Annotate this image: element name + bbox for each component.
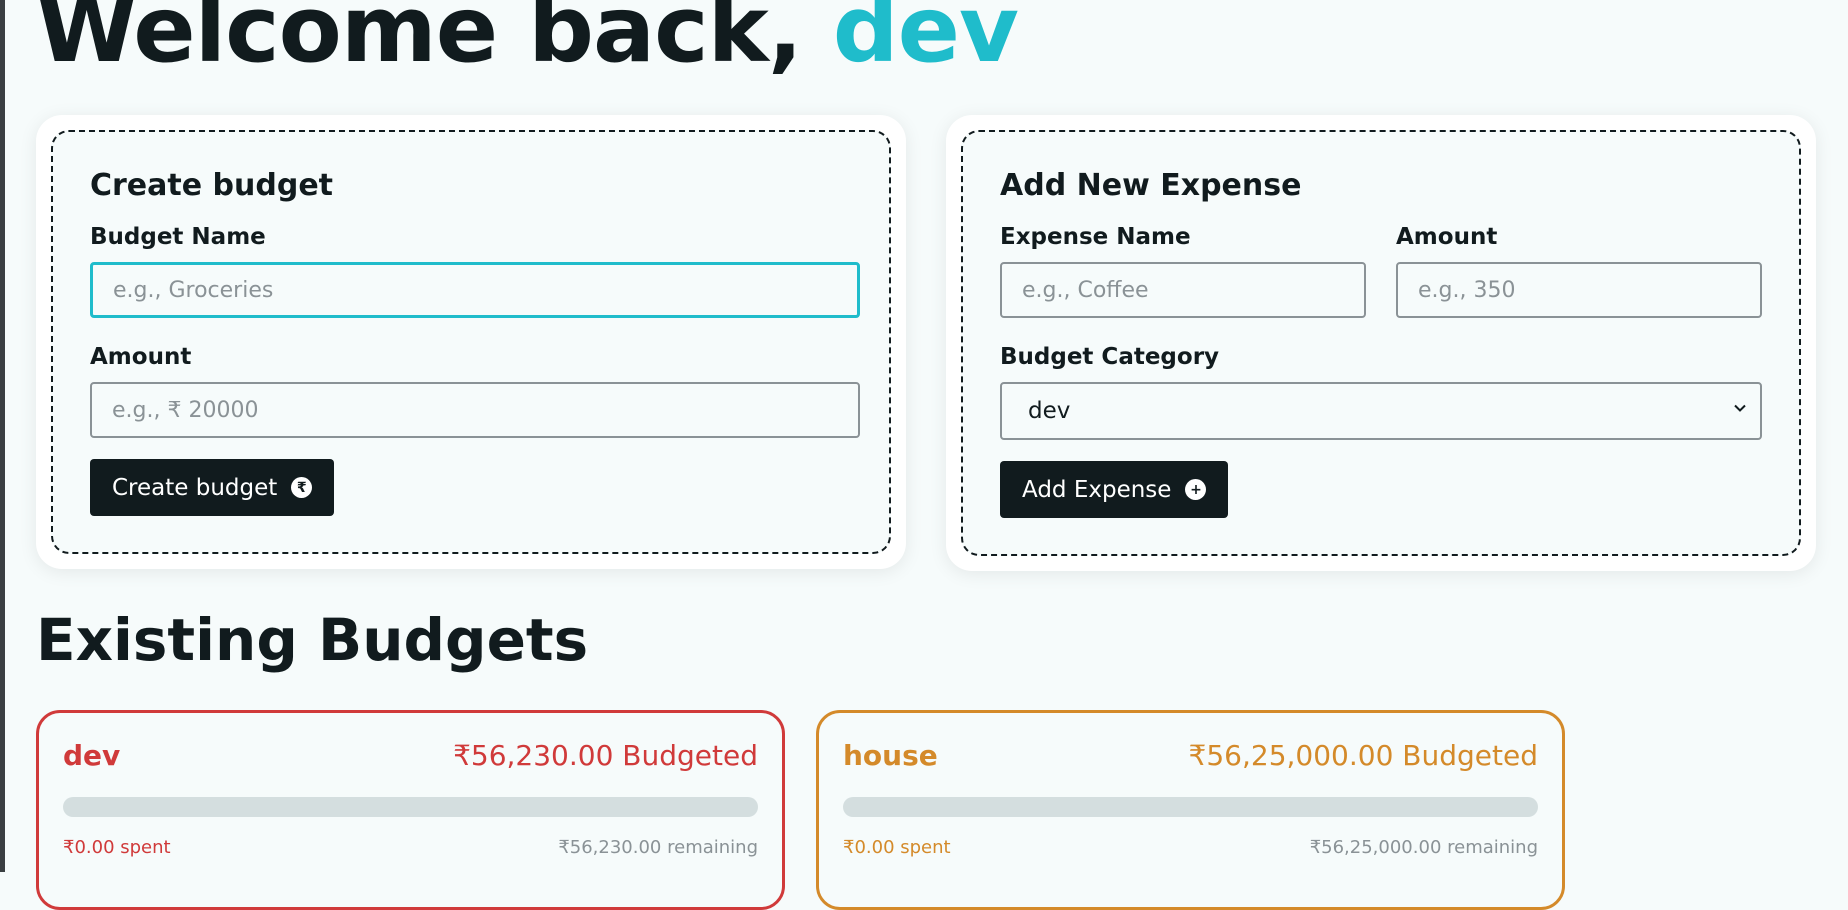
add-expense-button[interactable]: Add Expense + (1000, 461, 1229, 518)
budget-card-amount: ₹56,230.00 Budgeted (453, 739, 758, 772)
budget-card-spent: ₹0.00 spent (63, 837, 171, 858)
existing-budgets-title: Existing Budgets (36, 606, 589, 674)
budget-category-label: Budget Category (1000, 344, 1220, 370)
add-expense-card: Add New Expense Expense Name Amount Budg… (946, 115, 1816, 571)
create-budget-form: Create budget Budget Name Amount Create … (51, 130, 891, 554)
budget-amount-input[interactable] (90, 382, 860, 438)
add-expense-button-label: Add Expense (1022, 476, 1172, 503)
budget-card[interactable]: dev ₹56,230.00 Budgeted ₹0.00 spent ₹56,… (36, 710, 785, 910)
plus-circle-icon: + (1185, 479, 1207, 500)
budget-name-input[interactable] (90, 262, 860, 318)
budget-amount-label: Amount (90, 344, 192, 370)
budget-card-name: dev (63, 739, 121, 772)
expense-name-label: Expense Name (1000, 224, 1191, 250)
add-expense-title: Add New Expense (1000, 168, 1302, 203)
create-budget-button-label: Create budget (112, 474, 278, 501)
budget-card[interactable]: house ₹56,25,000.00 Budgeted ₹0.00 spent… (816, 710, 1565, 910)
create-budget-card: Create budget Budget Name Amount Create … (36, 115, 906, 569)
add-expense-form: Add New Expense Expense Name Amount Budg… (961, 130, 1801, 556)
budget-category-select[interactable]: dev (1000, 382, 1762, 440)
budget-card-amount: ₹56,25,000.00 Budgeted (1188, 739, 1538, 772)
username: dev (832, 0, 1019, 83)
budget-card-remaining: ₹56,25,000.00 remaining (1309, 837, 1538, 858)
budget-progress-bar (843, 797, 1538, 817)
welcome-heading: Welcome back, dev (36, 0, 1019, 79)
expense-amount-label: Amount (1396, 224, 1498, 250)
create-budget-button[interactable]: Create budget ₹ (90, 459, 335, 516)
budget-card-spent: ₹0.00 spent (843, 837, 951, 858)
rupee-circle-icon: ₹ (291, 477, 313, 498)
budget-card-name: house (843, 739, 938, 772)
expense-name-input[interactable] (1000, 262, 1366, 318)
budget-card-remaining: ₹56,230.00 remaining (558, 837, 758, 858)
create-budget-title: Create budget (90, 168, 334, 203)
budget-category-value: dev (1028, 398, 1071, 424)
welcome-prefix: Welcome back, (36, 0, 833, 83)
window-edge (0, 0, 5, 872)
chevron-down-icon (1734, 404, 1746, 412)
budget-name-label: Budget Name (90, 224, 266, 250)
budget-progress-bar (63, 797, 758, 817)
expense-amount-input[interactable] (1396, 262, 1762, 318)
